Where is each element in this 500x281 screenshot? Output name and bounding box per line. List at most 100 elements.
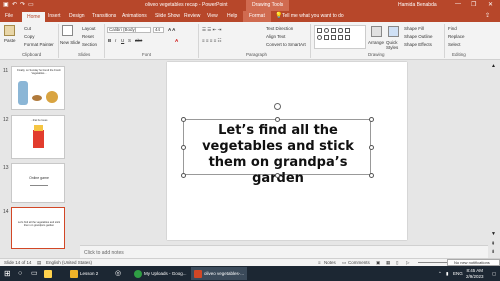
- tab-design[interactable]: Design: [69, 13, 85, 19]
- font-color-icon[interactable]: A: [175, 38, 178, 43]
- undo-icon[interactable]: ↶: [12, 2, 17, 9]
- line-shape-icon[interactable]: [345, 28, 350, 33]
- tab-insert[interactable]: Insert: [48, 13, 61, 19]
- edge-icon[interactable]: ◎: [115, 267, 121, 280]
- chrome-app[interactable]: My Uploads - Goog...: [134, 267, 187, 280]
- present-icon[interactable]: ▭: [28, 2, 34, 9]
- notes-button[interactable]: Notes: [324, 260, 336, 265]
- resize-handle-br[interactable]: [369, 173, 374, 178]
- rectangle-shape-icon[interactable]: [317, 28, 322, 33]
- notes-icon[interactable]: ≡: [318, 260, 321, 265]
- resize-handle-r[interactable]: [369, 145, 374, 150]
- arrow-shape-icon[interactable]: [324, 35, 329, 40]
- text-direction-button[interactable]: Text Direction: [266, 26, 293, 31]
- comments-button[interactable]: Comments: [348, 260, 370, 265]
- tab-home[interactable]: Home: [22, 12, 46, 22]
- cut-button[interactable]: Cut: [24, 26, 31, 31]
- font-size-select[interactable]: 44: [153, 27, 164, 33]
- brace-shape-icon[interactable]: [345, 35, 350, 40]
- shapes-gallery[interactable]: [314, 25, 366, 49]
- selected-text-box[interactable]: Let’s find all the vegetables and stick …: [183, 119, 371, 186]
- arrange-button[interactable]: Arrange: [368, 40, 384, 45]
- tray-chevron-icon[interactable]: ⌃: [438, 267, 442, 280]
- section-button[interactable]: Section: [82, 42, 97, 47]
- bold-icon[interactable]: B: [108, 38, 111, 43]
- user-name[interactable]: Hamida Benabda: [398, 2, 437, 8]
- notifications-icon[interactable]: ▢: [492, 267, 496, 280]
- notification-toast[interactable]: No new notifications: [447, 259, 500, 266]
- strikethrough-icon[interactable]: abc: [135, 38, 142, 43]
- align-text-button[interactable]: Align Text: [266, 34, 285, 39]
- lesson-2-app[interactable]: Lesson 2: [70, 267, 98, 280]
- align-icons[interactable]: ≡ ≡ ≡ ≡ ☷: [202, 38, 222, 44]
- italic-icon[interactable]: I: [115, 38, 116, 43]
- convert-smartart-button[interactable]: Convert to SmartArt: [266, 42, 306, 47]
- notes-placeholder[interactable]: Click to add notes: [84, 250, 124, 256]
- copy-button[interactable]: Copy: [24, 34, 35, 39]
- tab-slide-show[interactable]: Slide Show: [155, 13, 180, 19]
- font-grow-icon[interactable]: A A: [168, 27, 175, 32]
- shadow-icon[interactable]: S: [128, 38, 131, 43]
- paste-icon[interactable]: [4, 25, 15, 36]
- new-slide-icon[interactable]: [62, 25, 73, 36]
- shape-outline-button[interactable]: Shape Outline: [404, 34, 433, 39]
- tab-file[interactable]: File: [5, 13, 13, 19]
- resize-handle-tl[interactable]: [181, 117, 186, 122]
- tab-help[interactable]: Help: [227, 13, 237, 19]
- restore-button[interactable]: ❐: [471, 1, 476, 8]
- quick-styles-button[interactable]: Quick Styles: [386, 40, 404, 50]
- slide-thumbnail-12[interactable]: ...that he loves: [11, 115, 65, 159]
- scroll-down-icon[interactable]: ▼: [491, 231, 496, 237]
- redo-icon[interactable]: ↷: [20, 2, 25, 9]
- reset-button[interactable]: Reset: [82, 34, 94, 39]
- vertical-scrollbar[interactable]: ▲ ▼ ⇞ ⇟: [488, 61, 500, 258]
- resize-handle-t[interactable]: [275, 117, 280, 122]
- new-slide-button[interactable]: New Slide: [60, 40, 80, 45]
- slide-thumbnail-13[interactable]: Online game: [11, 163, 65, 203]
- triangle-shape-icon[interactable]: [331, 35, 336, 40]
- tab-transitions[interactable]: Transitions: [92, 13, 116, 19]
- find-button[interactable]: Find: [448, 26, 457, 31]
- rotate-handle[interactable]: [274, 103, 281, 110]
- resize-handle-tr[interactable]: [369, 117, 374, 122]
- share-icon[interactable]: ⇪: [485, 12, 490, 19]
- font-name-select[interactable]: Calibri (Body): [107, 27, 151, 33]
- resize-handle-b[interactable]: [275, 173, 280, 178]
- powerpoint-app[interactable]: oliveo vegetables-...: [191, 267, 248, 280]
- circle-shape-icon[interactable]: [317, 35, 322, 40]
- save-icon[interactable]: ▣: [3, 2, 9, 9]
- textbox-shape-icon[interactable]: [331, 28, 336, 33]
- oval-shape-icon[interactable]: [324, 28, 329, 33]
- slide-thumbnail-14[interactable]: Let's find all the vegetables and stick …: [11, 207, 65, 249]
- rounded-rect-shape-icon[interactable]: [338, 28, 343, 33]
- underline-icon[interactable]: U: [121, 38, 124, 43]
- minimize-button[interactable]: —: [455, 1, 461, 7]
- format-painter-button[interactable]: Format Painter: [24, 42, 54, 47]
- close-button[interactable]: ✕: [488, 1, 493, 8]
- sticky-notes-app[interactable]: [44, 267, 62, 280]
- language-status[interactable]: English (United States): [46, 260, 92, 265]
- select-button[interactable]: Select: [448, 42, 461, 47]
- scroll-up-icon[interactable]: ▲: [491, 63, 496, 69]
- resize-handle-bl[interactable]: [181, 173, 186, 178]
- tab-animations[interactable]: Animations: [122, 13, 147, 19]
- shape-effects-button[interactable]: Shape Effects: [404, 42, 432, 47]
- bullets-icon[interactable]: ☰ ☰ ⇤ ⇥: [202, 27, 221, 33]
- language-indicator[interactable]: ENG: [453, 267, 463, 280]
- prev-slide-icon[interactable]: ⇞: [491, 241, 495, 247]
- notes-pane[interactable]: Click to add notes: [80, 245, 488, 258]
- shape-fill-button[interactable]: Shape Fill: [404, 26, 424, 31]
- search-icon[interactable]: ○: [18, 267, 22, 280]
- resize-handle-l[interactable]: [181, 145, 186, 150]
- next-slide-icon[interactable]: ⇟: [491, 249, 495, 255]
- star-shape-icon[interactable]: [338, 35, 343, 40]
- windows-start-icon[interactable]: ⊞: [4, 267, 11, 280]
- arrange-icon[interactable]: [371, 26, 382, 37]
- tell-me-search[interactable]: Tell me what you want to do: [282, 13, 344, 19]
- slide-thumbnail-11[interactable]: Finally, on Sunday he found the Fresh Ve…: [11, 66, 65, 110]
- replace-button[interactable]: Replace: [448, 34, 465, 39]
- paste-button[interactable]: Paste: [4, 38, 16, 43]
- tab-view[interactable]: View: [207, 13, 218, 19]
- tab-review[interactable]: Review: [184, 13, 200, 19]
- network-icon[interactable]: ▮: [446, 267, 448, 280]
